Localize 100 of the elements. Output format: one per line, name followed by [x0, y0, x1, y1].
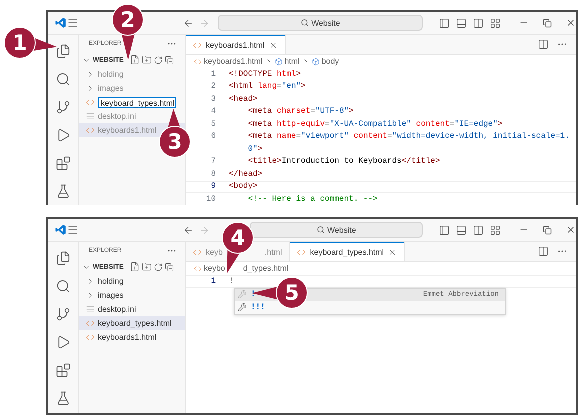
rename-field[interactable]: keyboard_types.html — [98, 96, 176, 108]
blocks-icon[interactable] — [56, 156, 70, 171]
step-badge: 1 — [4, 27, 36, 59]
new-folder-icon[interactable] — [142, 262, 152, 272]
refresh-icon[interactable] — [154, 56, 163, 64]
editor-tab[interactable]: keyboard_types.html — [290, 242, 406, 261]
split-editor-icon[interactable] — [538, 246, 549, 257]
close-icon[interactable] — [566, 225, 576, 235]
file-tree-item[interactable]: images — [79, 288, 185, 302]
flask-icon[interactable] — [56, 391, 70, 406]
file-name: holding — [98, 70, 124, 78]
step-badge: 2 — [112, 4, 144, 36]
search-field[interactable]: Website — [250, 222, 423, 238]
code-icon — [194, 264, 202, 272]
code-icon — [86, 332, 95, 342]
file-tree-item[interactable]: keyboard_types.html — [79, 316, 185, 330]
app-logo-icon[interactable] — [55, 224, 67, 236]
menu-icon[interactable] — [66, 17, 79, 29]
search-icon — [316, 226, 325, 234]
tab-label: keyboards1.html — [206, 40, 265, 50]
restore-icon[interactable] — [543, 226, 552, 234]
wrench-icon — [238, 302, 247, 312]
new-file-icon[interactable] — [130, 262, 140, 272]
breadcrumb-item[interactable]: html — [284, 57, 300, 66]
code-line: <html lang="en"> — [229, 82, 306, 92]
back-arrow-icon[interactable] — [182, 224, 194, 236]
code-icon — [193, 248, 202, 256]
breadcrumb-item[interactable]: body — [322, 57, 340, 66]
panel-bottom-icon[interactable] — [456, 18, 467, 28]
branch-icon[interactable] — [56, 100, 70, 115]
refresh-icon[interactable] — [154, 262, 163, 272]
lines-icon — [86, 112, 95, 120]
close-icon[interactable] — [388, 248, 398, 256]
branch-icon[interactable] — [56, 307, 70, 322]
line-number: 2 — [210, 82, 216, 92]
panel-left-icon[interactable] — [439, 18, 450, 28]
files-icon[interactable] — [56, 44, 70, 59]
search-icon — [300, 19, 309, 27]
file-name: desktop.ini — [98, 304, 136, 314]
code-line: 0"> — [247, 144, 263, 154]
file-name: keyboards1.html — [98, 332, 157, 342]
play-icon[interactable] — [56, 335, 70, 350]
restore-icon[interactable] — [543, 18, 552, 28]
cube-icon — [274, 58, 283, 66]
split-editor-icon[interactable] — [538, 39, 549, 50]
code-line: <meta name="viewport" content="width=device-width, initial-scale=1. — [247, 132, 570, 142]
flask-icon[interactable] — [56, 184, 70, 199]
line-number: 3 — [210, 94, 216, 104]
editor-tab[interactable]: keyboards1.html — [186, 35, 286, 54]
code-icon — [86, 98, 95, 106]
line-number: 5 — [210, 120, 216, 129]
file-name: holding — [98, 276, 124, 286]
code-line: <title>Introduction to Keyboards</title> — [247, 157, 440, 166]
line-number: 1 — [210, 70, 216, 79]
search-icon[interactable] — [56, 72, 70, 87]
columns-icon[interactable] — [473, 18, 484, 28]
blocks-icon[interactable] — [56, 363, 70, 378]
collapse-icon[interactable] — [164, 56, 174, 64]
code-line: <head> — [229, 94, 258, 104]
code-icon — [297, 248, 306, 256]
code-line: <!DOCTYPE html> — [229, 70, 302, 79]
file-name: keyboards1.html — [98, 126, 157, 134]
layout-grid-icon[interactable] — [490, 224, 501, 236]
code-icon — [194, 58, 202, 66]
panel-bottom-icon[interactable] — [456, 224, 467, 236]
file-name: desktop.ini — [98, 112, 136, 120]
line-number: 10 — [205, 194, 216, 204]
columns-icon[interactable] — [473, 224, 484, 236]
file-tree-item[interactable]: desktop.ini — [79, 302, 185, 316]
breadcrumb-item[interactable]: keybo — [204, 264, 226, 273]
close-icon[interactable] — [268, 40, 278, 50]
file-tree-item[interactable]: keyboards1.html — [79, 330, 185, 344]
code-line: <meta charset="UTF-8"> — [247, 107, 354, 116]
files-icon[interactable] — [56, 251, 70, 266]
panel-left-icon[interactable] — [439, 224, 450, 236]
search-icon[interactable] — [56, 279, 70, 294]
app-logo-icon[interactable] — [55, 17, 67, 29]
wrench-icon — [238, 290, 247, 300]
collapse-icon[interactable] — [164, 262, 174, 272]
new-folder-icon[interactable] — [142, 55, 152, 65]
code-icon — [193, 40, 202, 50]
code-line: ! — [229, 276, 234, 286]
new-file-icon[interactable] — [130, 55, 140, 65]
search-field[interactable]: Website — [218, 15, 423, 31]
tab-label: keyboard_types.html — [310, 248, 384, 256]
suggestion-label: !!! — [251, 302, 266, 312]
file-tree-item[interactable]: holding — [79, 274, 185, 288]
back-arrow-icon[interactable] — [182, 18, 194, 28]
play-icon[interactable] — [56, 128, 70, 143]
code-line: </head> — [229, 170, 263, 179]
code-line: <!-- Here is a comment. --> — [247, 194, 378, 204]
layout-grid-icon[interactable] — [490, 18, 501, 28]
tab-label: .html — [264, 248, 282, 256]
breadcrumb-item[interactable]: keyboards1.html — [204, 57, 263, 66]
line-number: 6 — [210, 132, 216, 142]
tab-label: keyb — [206, 248, 223, 256]
file-tree-item[interactable]: keyboard_types.html — [79, 95, 185, 109]
breadcrumb-item[interactable]: d_types.html — [243, 264, 289, 273]
menu-icon[interactable] — [66, 224, 79, 236]
close-icon[interactable] — [566, 18, 576, 28]
